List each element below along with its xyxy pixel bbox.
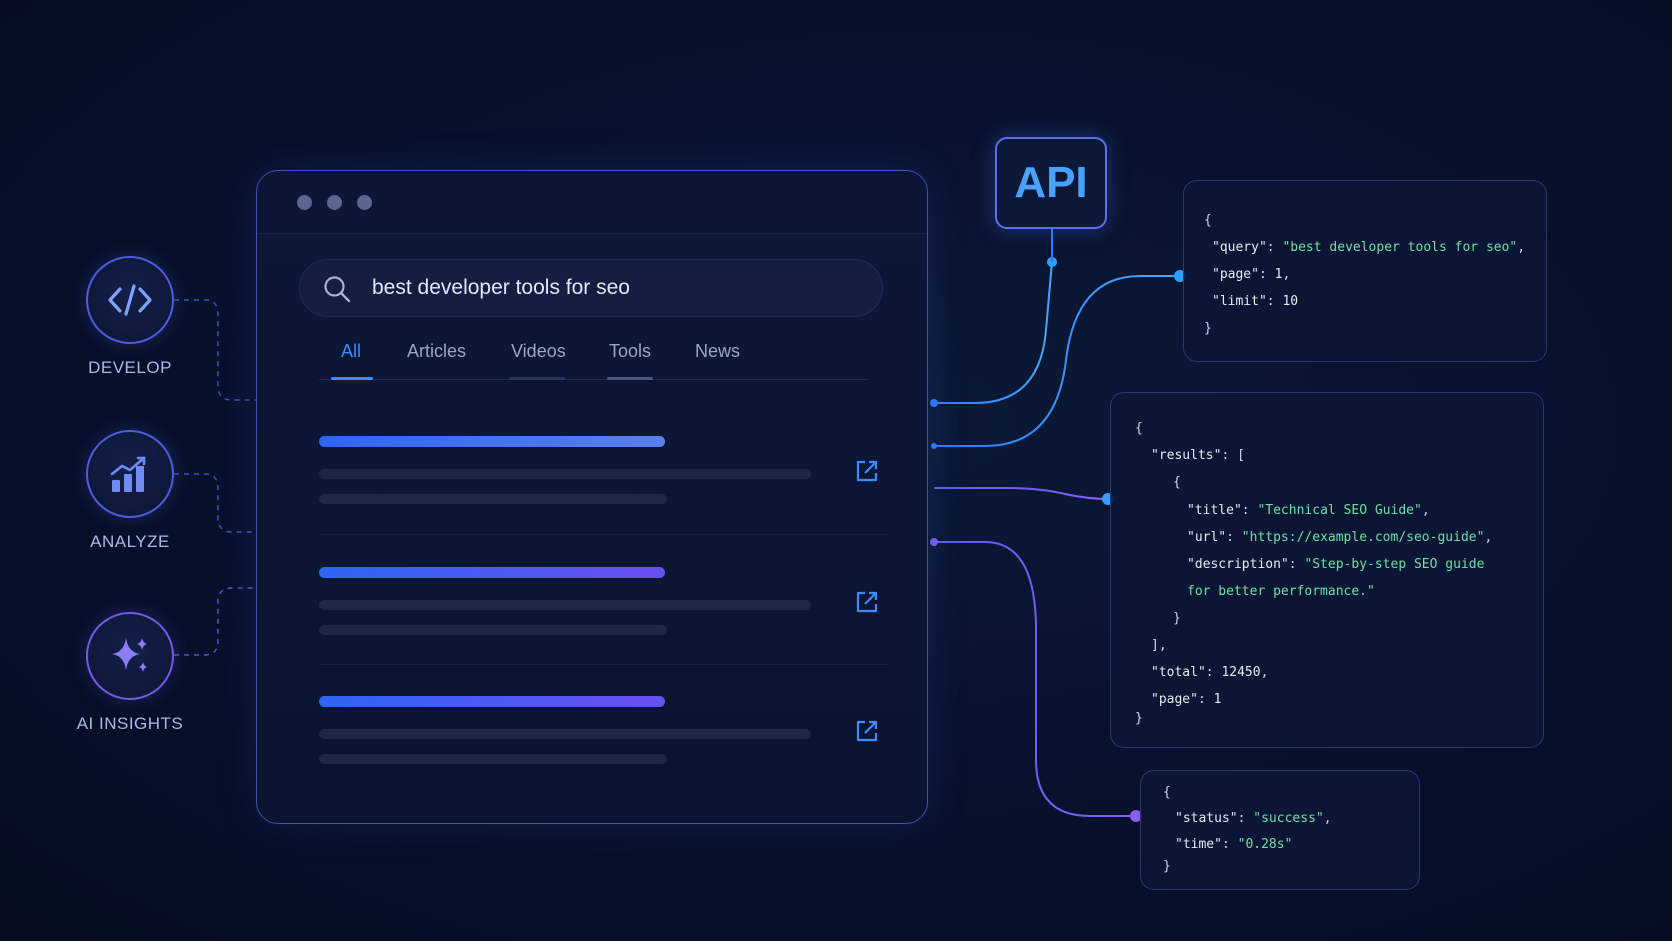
browser-dot-1 <box>930 399 938 407</box>
tab-tools-underline <box>607 377 653 380</box>
tab-all[interactable]: All <box>341 341 361 362</box>
search-query[interactable]: best developer tools for seo <box>372 276 630 300</box>
json-number: 1 <box>1213 692 1222 707</box>
browser-titlebar <box>257 171 927 234</box>
window-dot-2[interactable] <box>327 195 342 210</box>
json-key: "total" <box>1151 665 1206 680</box>
tab-news[interactable]: News <box>695 341 740 362</box>
json-key: "query" <box>1212 240 1267 255</box>
bar-chart-icon <box>110 456 146 492</box>
json-key: "description" <box>1187 557 1289 572</box>
json-bracket: [ <box>1237 448 1245 463</box>
json-key: "page" <box>1212 267 1259 282</box>
json-line: "page": 1 <box>1151 692 1222 707</box>
json-key: "results" <box>1151 448 1222 463</box>
json-line: "url": "https://example.com/seo-guide", <box>1187 530 1493 545</box>
json-line: "total": 12450, <box>1151 665 1269 680</box>
tab-articles[interactable]: Articles <box>407 341 466 362</box>
external-link-icon[interactable] <box>855 590 879 614</box>
tab-all-underline <box>331 377 373 380</box>
code-icon <box>108 284 152 316</box>
json-bracket: ], <box>1151 638 1167 653</box>
json-line: "time": "0.28s" <box>1175 837 1293 852</box>
ai-insights-label: AI INSIGHTS <box>76 714 184 733</box>
json-brace: { <box>1204 213 1212 228</box>
status-connector <box>934 541 1136 817</box>
feature-analyze: ANALYZE <box>40 430 220 552</box>
analyze-circle <box>86 430 174 518</box>
json-line: "page": 1, <box>1212 267 1291 282</box>
status-json-panel: { "status": "success", "time": "0.28s" } <box>1140 770 1420 890</box>
result-snippet-line <box>319 600 811 610</box>
request-json-panel: { "query": "best developer tools for seo… <box>1183 180 1547 362</box>
api-dot <box>1047 257 1057 267</box>
tab-videos[interactable]: Videos <box>511 341 566 362</box>
result-title-bar[interactable] <box>319 696 665 707</box>
json-string: for better performance." <box>1187 584 1375 599</box>
json-key: "time" <box>1175 837 1222 852</box>
tab-videos-underline <box>509 377 565 380</box>
result-divider <box>319 664 889 665</box>
sparkle-icon <box>112 638 147 672</box>
search-result[interactable] <box>319 567 889 677</box>
result-title-bar[interactable] <box>319 436 665 447</box>
json-brace: { <box>1135 421 1143 436</box>
result-snippet-line <box>319 469 811 479</box>
api-badge: API <box>995 137 1107 229</box>
json-string: "Step-by-step SEO guide <box>1304 557 1485 572</box>
json-brace: } <box>1173 611 1181 626</box>
external-link-icon[interactable] <box>855 719 879 743</box>
json-number: 10 <box>1282 294 1299 309</box>
json-brace: } <box>1163 859 1171 874</box>
search-icon <box>324 276 351 303</box>
window-dot-1[interactable] <box>297 195 312 210</box>
search-result[interactable] <box>319 696 889 806</box>
external-link-icon[interactable] <box>855 459 879 483</box>
json-key: "url" <box>1187 530 1227 545</box>
json-line: "limit": 10 <box>1212 294 1299 309</box>
json-string: "Technical SEO Guide" <box>1257 503 1422 518</box>
analyze-label: ANALYZE <box>90 532 170 551</box>
api-connector <box>934 261 1053 404</box>
search-bar[interactable]: best developer tools for seo <box>299 259 883 317</box>
develop-label: DEVELOP <box>88 358 172 377</box>
feature-develop: DEVELOP <box>40 256 220 378</box>
ai-circle <box>86 612 174 700</box>
result-snippet-line <box>319 494 667 504</box>
json-line: "status": "success", <box>1175 811 1332 826</box>
json-key: "limit" <box>1212 294 1267 309</box>
search-tabs: All Articles Videos Tools News <box>319 341 869 380</box>
json-string: "best developer tools for seo" <box>1282 240 1518 255</box>
json-string: "success" <box>1253 811 1324 826</box>
json-line: "results": [ <box>1151 448 1245 463</box>
json-line: "query": "best developer tools for seo", <box>1212 240 1526 255</box>
result-title-bar[interactable] <box>319 567 665 578</box>
feature-ai-insights: AI INSIGHTS <box>40 612 220 734</box>
json-number: 12450 <box>1221 665 1261 680</box>
json-line: "title": "Technical SEO Guide", <box>1187 503 1430 518</box>
result-snippet-line <box>319 625 667 635</box>
json-brace: { <box>1163 785 1171 800</box>
json-string: "https://example.com/seo-guide" <box>1241 530 1485 545</box>
browser-dot-3 <box>930 538 938 546</box>
results-json-panel: { "results": [ { "title": "Technical SEO… <box>1110 392 1544 748</box>
json-key: "page" <box>1151 692 1198 707</box>
tab-tools[interactable]: Tools <box>609 341 651 362</box>
result-divider <box>319 534 889 535</box>
json-key: "status" <box>1175 811 1238 826</box>
json-brace: } <box>1204 321 1212 336</box>
json-line: "description": "Step-by-step SEO guide <box>1187 557 1485 572</box>
json-brace: { <box>1173 475 1181 490</box>
results-connector <box>934 487 1109 500</box>
window-dot-3[interactable] <box>357 195 372 210</box>
json-brace: } <box>1135 711 1143 726</box>
develop-circle <box>86 256 174 344</box>
browser-window: best developer tools for seo All Article… <box>256 170 928 824</box>
json-key: "title" <box>1187 503 1242 518</box>
search-result[interactable] <box>319 436 889 546</box>
browser-dot-2 <box>931 443 937 449</box>
json-string: "0.28s" <box>1237 837 1293 852</box>
result-snippet-line <box>319 729 811 739</box>
result-snippet-line <box>319 754 667 764</box>
